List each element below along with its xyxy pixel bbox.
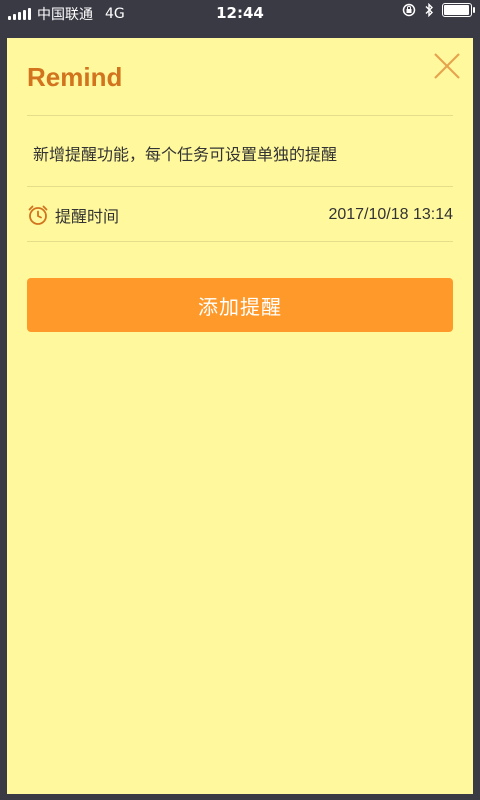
add-reminder-button[interactable]: 添加提醒 — [27, 278, 453, 332]
feature-description: 新增提醒功能，每个任务可设置单独的提醒 — [33, 145, 338, 164]
remind-time-row[interactable]: 提醒时间 2017/10/18 13:14 — [27, 198, 453, 232]
divider — [27, 241, 453, 242]
status-right — [402, 3, 475, 17]
remind-time-value[interactable]: 2017/10/18 13:14 — [328, 206, 453, 224]
remind-card: Remind 新增提醒功能，每个任务可设置单独的提醒 提醒时间 2017/10/… — [7, 38, 473, 794]
rotation-lock-icon — [402, 3, 416, 17]
alarm-clock-icon — [28, 205, 48, 225]
page-title: Remind — [27, 62, 123, 92]
divider — [27, 186, 453, 187]
remind-time-label: 提醒时间 — [55, 207, 120, 226]
close-icon[interactable] — [431, 50, 463, 82]
battery-fill — [444, 5, 469, 15]
status-bar: 中国联通 4G 12:44 — [0, 0, 480, 26]
bluetooth-icon — [425, 3, 433, 17]
battery-icon — [442, 3, 475, 17]
divider — [27, 115, 453, 116]
